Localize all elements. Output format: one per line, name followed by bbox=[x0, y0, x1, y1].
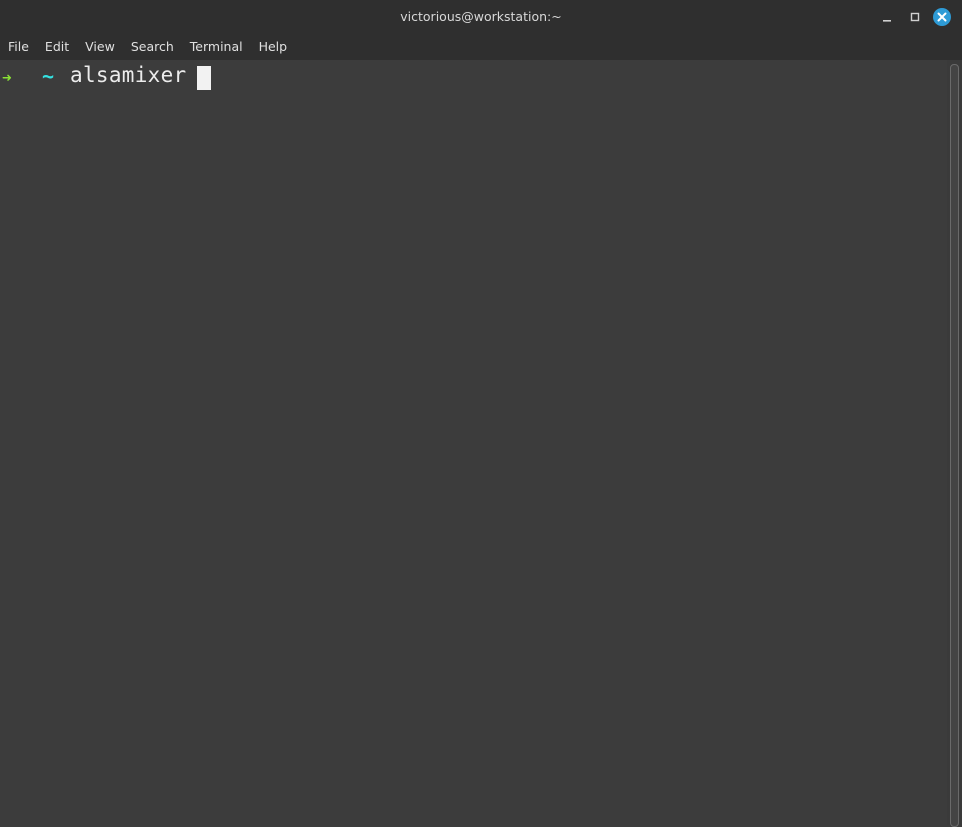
menu-view[interactable]: View bbox=[85, 39, 115, 54]
command-text: alsamixer bbox=[70, 63, 187, 87]
close-icon bbox=[933, 8, 951, 26]
menubar: File Edit View Search Terminal Help bbox=[0, 33, 962, 60]
scrollbar-thumb[interactable] bbox=[950, 64, 959, 827]
prompt-directory: ~ bbox=[42, 64, 55, 88]
minimize-button[interactable] bbox=[877, 7, 897, 27]
close-button[interactable] bbox=[932, 7, 952, 27]
menu-terminal[interactable]: Terminal bbox=[190, 39, 243, 54]
window-title: victorious@workstation:~ bbox=[400, 9, 562, 24]
terminal-content[interactable]: ➜ ~ alsamixer bbox=[0, 60, 947, 825]
scrollbar[interactable] bbox=[947, 60, 962, 827]
menu-help[interactable]: Help bbox=[259, 39, 288, 54]
maximize-button[interactable] bbox=[905, 7, 925, 27]
prompt-arrow-icon: ➜ bbox=[2, 68, 12, 87]
text-cursor bbox=[197, 66, 211, 90]
maximize-icon bbox=[910, 12, 920, 22]
menu-search[interactable]: Search bbox=[131, 39, 174, 54]
menu-edit[interactable]: Edit bbox=[45, 39, 69, 54]
menu-file[interactable]: File bbox=[8, 39, 29, 54]
terminal-window: victorious@workstation:~ File Edit View … bbox=[0, 0, 962, 827]
titlebar[interactable]: victorious@workstation:~ bbox=[0, 0, 962, 33]
minimize-icon bbox=[883, 20, 891, 22]
